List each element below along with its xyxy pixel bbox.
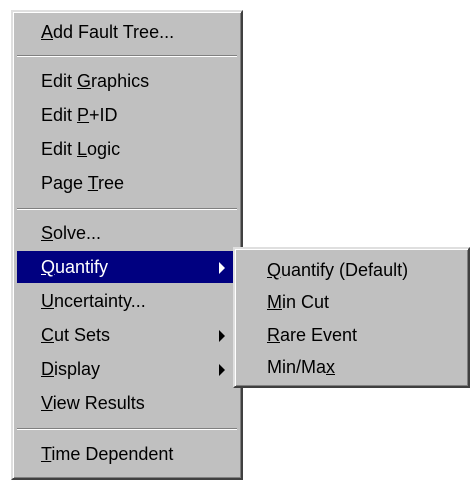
submenu-arrow-icon xyxy=(219,330,225,342)
context-menu: Add Fault Tree... Edit Graphics Edit P+I… xyxy=(11,10,243,480)
submenu-arrow-icon xyxy=(219,262,225,274)
submenu-item-min-cut[interactable]: Min Cut xyxy=(239,286,464,318)
menu-item-time-dependent[interactable]: Time Dependent xyxy=(17,438,237,470)
menu-item-cut-sets[interactable]: Cut Sets xyxy=(17,319,237,351)
menu-item-quantify[interactable]: Quantify xyxy=(17,251,237,283)
menu-item-view-results[interactable]: View Results xyxy=(17,387,237,419)
menu-separator xyxy=(17,208,237,210)
menu-item-edit-graphics[interactable]: Edit Graphics xyxy=(17,65,237,97)
menu-item-display[interactable]: Display xyxy=(17,353,237,385)
menu-item-edit-pid[interactable]: Edit P+ID xyxy=(17,99,237,131)
submenu-item-rare-event[interactable]: Rare Event xyxy=(239,319,464,351)
menu-item-page-tree[interactable]: Page Tree xyxy=(17,167,237,199)
menu-item-add-fault-tree[interactable]: Add Fault Tree... xyxy=(17,16,237,48)
submenu-item-min-max[interactable]: Min/Max xyxy=(239,351,464,383)
menu-item-edit-logic[interactable]: Edit Logic xyxy=(17,133,237,165)
menu-separator xyxy=(17,428,237,430)
menu-item-uncertainty[interactable]: Uncertainty... xyxy=(17,285,237,317)
menu-separator xyxy=(17,55,237,57)
quantify-submenu: Quantify (Default) Min Cut Rare Event Mi… xyxy=(233,247,470,388)
submenu-item-quantify-default[interactable]: Quantify (Default) xyxy=(239,254,464,286)
submenu-arrow-icon xyxy=(219,364,225,376)
menu-item-solve[interactable]: Solve... xyxy=(17,217,237,249)
